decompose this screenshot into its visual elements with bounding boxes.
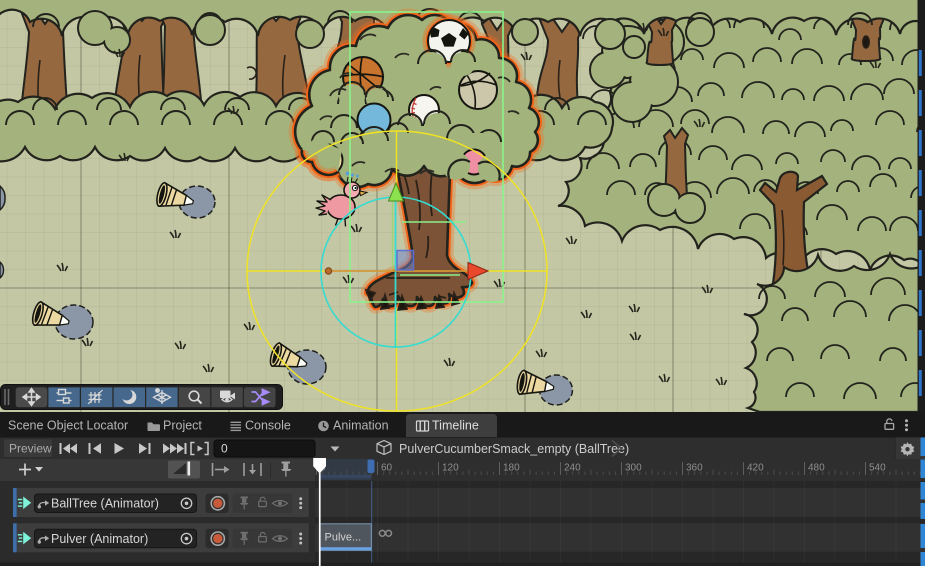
svg-text:Console: Console (245, 419, 291, 433)
svg-text:Project: Project (163, 419, 202, 433)
svg-text:BallTree (Animator): BallTree (Animator) (51, 497, 159, 511)
svg-text:Pulve...: Pulve... (325, 532, 362, 544)
svg-text:Timeline: Timeline (432, 419, 479, 433)
svg-text:Pulver (Animator): Pulver (Animator) (51, 532, 148, 546)
svg-text:Preview: Preview (9, 442, 52, 456)
svg-text:60: 60 (381, 463, 393, 474)
svg-text:0: 0 (221, 442, 228, 456)
svg-text:Scene Object Locator: Scene Object Locator (8, 419, 128, 433)
svg-text:Animation: Animation (333, 419, 389, 433)
svg-text:PulverCucumberSmack_empty (Bal: PulverCucumberSmack_empty (BallTree) (399, 442, 629, 456)
